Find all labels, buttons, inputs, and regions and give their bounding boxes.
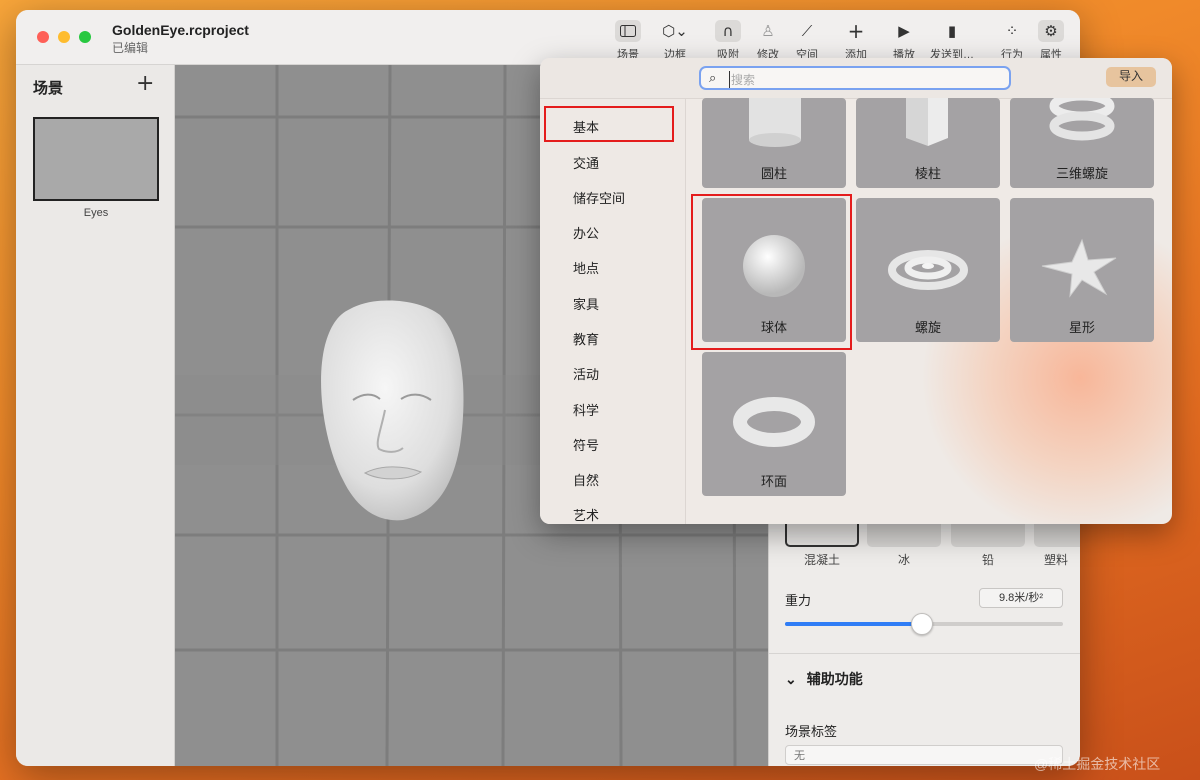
category-item[interactable]: 活动 (573, 364, 599, 383)
gravity-label: 重力 (785, 593, 812, 608)
search-field[interactable]: ⌕ 搜索 (699, 66, 1011, 90)
section-divider (769, 653, 1080, 654)
space-icon: ⟋ (801, 22, 813, 40)
selected-shape-highlight (691, 194, 852, 350)
play-icon: ▶ (898, 22, 910, 40)
accessibility-section-header[interactable]: ⌄ 辅助功能 (785, 669, 863, 689)
shape-tile-star[interactable]: 星形 (1010, 198, 1154, 342)
category-item[interactable]: 自然 (573, 470, 599, 489)
category-item[interactable]: 办公 (573, 223, 599, 242)
material-label: 冰 (897, 553, 910, 567)
category-item[interactable]: 科学 (573, 400, 599, 419)
import-button[interactable]: 导入 (1106, 67, 1156, 87)
watermark: @稀土掘金技术社区 (1034, 756, 1161, 772)
shape-tile-prism[interactable]: 棱柱 (856, 98, 1000, 188)
scene-sidebar: 场景 + Eyes (16, 65, 175, 766)
category-list: 基本 交通 储存空间 办公 地点 家具 教育 活动 科学 符号 自然 艺术 (540, 99, 686, 524)
sidebar-title: 场景 (33, 80, 64, 97)
title-bar: GoldenEye.rcproject 已编辑 场景 ⬡⌄ 边框 ∩ 吸附 ♙ … (16, 10, 1080, 65)
search-placeholder: 搜索 (729, 71, 756, 88)
sidebar-icon (615, 20, 641, 42)
chevron-down-icon: ⌄ (785, 671, 797, 687)
behavior-icon: ⁘ (1005, 22, 1019, 40)
gravity-slider[interactable] (785, 613, 1063, 635)
plus-icon: + (847, 19, 865, 43)
phone-icon: ▮ (947, 22, 957, 40)
material-label: 混凝土 (803, 553, 840, 567)
shape-tile-helix[interactable]: 三维螺旋 (1010, 98, 1154, 188)
shape-tile-spiral[interactable]: 螺旋 (856, 198, 1000, 342)
magnet-icon: ∩ (715, 20, 741, 42)
category-item[interactable]: 地点 (573, 258, 599, 277)
add-object-popover: ⌕ 搜索 导入 基本 交通 储存空间 办公 地点 家具 教育 活动 科学 符号 … (540, 58, 1172, 524)
category-item[interactable]: 家具 (573, 294, 599, 313)
gravity-slider-fill (785, 622, 922, 626)
scene-tag-field[interactable]: 无 (785, 745, 1063, 765)
search-icon: ⌕ (709, 71, 717, 86)
scene-tag-label: 场景标签 (785, 724, 838, 739)
popover-header: ⌕ 搜索 导入 (540, 58, 1172, 99)
gravity-slider-knob[interactable] (911, 613, 934, 635)
modify-icon: ♙ (761, 22, 775, 40)
project-title: GoldenEye.rcproject (112, 22, 249, 38)
category-item[interactable]: 交通 (573, 153, 599, 172)
cube-icon: ⬡⌄ (662, 22, 688, 40)
selected-category-highlight (544, 106, 674, 142)
category-item[interactable]: 教育 (573, 329, 599, 348)
gravity-value-field[interactable]: 9.8米/秒² (979, 588, 1063, 608)
scene-thumbnail[interactable] (33, 117, 159, 201)
material-label: 铅 (981, 553, 994, 567)
minimize-window-button[interactable] (58, 31, 70, 43)
shape-tile-torus[interactable]: 环面 (702, 352, 846, 496)
close-window-button[interactable] (37, 31, 49, 43)
add-scene-button[interactable]: + (136, 71, 154, 96)
material-label: 塑料 (1044, 553, 1069, 567)
scene-name: Eyes (83, 207, 109, 219)
project-status: 已编辑 (112, 41, 149, 55)
category-item[interactable]: 储存空间 (573, 188, 625, 207)
gear-icon: ⚙ (1038, 20, 1064, 42)
category-item[interactable]: 基本 (573, 117, 599, 136)
category-item[interactable]: 艺术 (573, 505, 599, 524)
zoom-window-button[interactable] (79, 31, 91, 43)
category-item[interactable]: 符号 (573, 435, 599, 454)
shape-tile-cylinder[interactable]: 圆柱 (702, 98, 846, 188)
